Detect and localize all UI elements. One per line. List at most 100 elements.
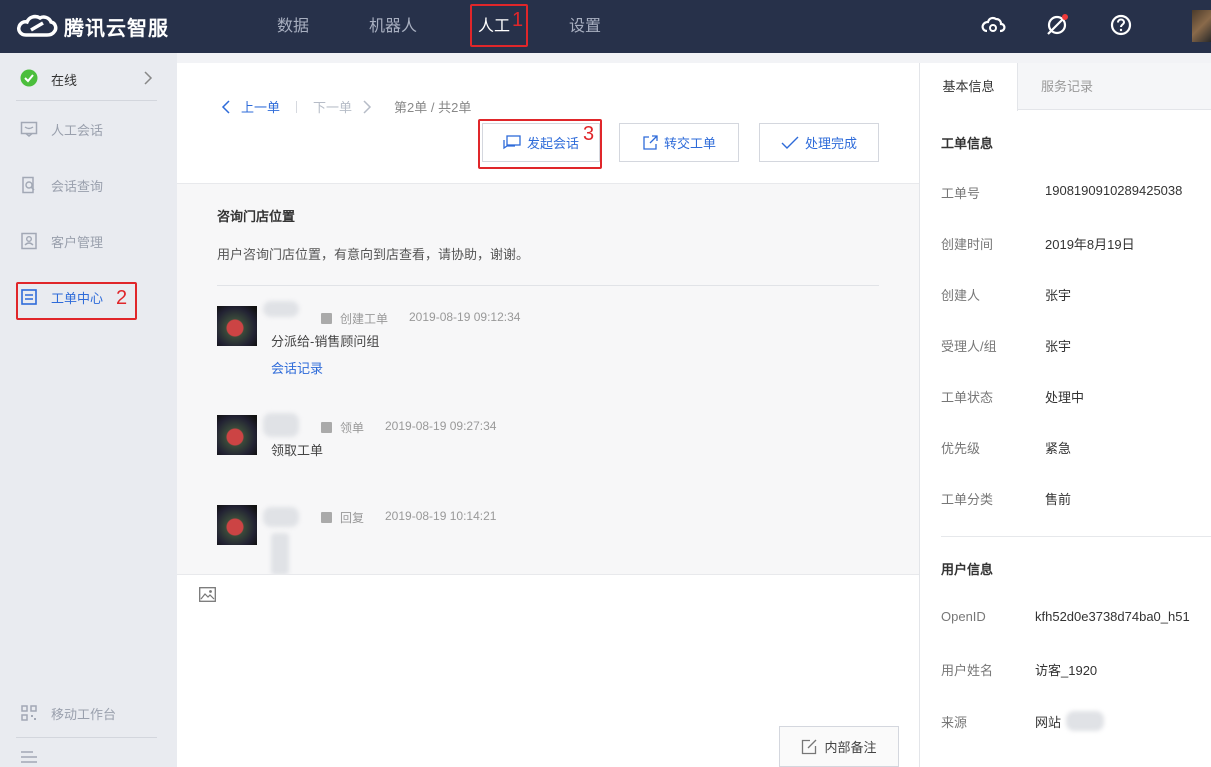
internal-note-button[interactable]: 内部备注 [779,726,899,767]
complete-button[interactable]: 处理完成 [759,123,879,162]
nav-item-data[interactable]: 数据 [277,0,309,53]
sidebar-item-label: 会话查询 [51,178,104,194]
brand-name: 腾讯云智服 [64,17,169,40]
transfer-ticket-button[interactable]: 转交工单 [619,123,739,162]
sidebar-item-chat-search[interactable]: 会话查询 [0,157,177,213]
sidebar-item-label: 人工会话 [51,122,104,138]
log-avatar [217,306,257,346]
chevron-right-icon [363,99,372,114]
content-divider [217,285,879,286]
chevron-right-icon [144,71,153,85]
blurred-username [263,301,299,317]
sidebar-item-mobile-workbench[interactable]: 移动工作台 [0,685,177,741]
created-time-value: 2019年8月19日 [1045,237,1135,252]
ticket-count: 第2单 / 共2单 [394,100,472,115]
info-panel: 基本信息 服务记录 工单信息 工单号 1908190910289425038 创… [919,63,1211,767]
reply-editor[interactable]: 内部备注 [177,574,919,767]
sidebar-item-label: 客户管理 [51,234,104,250]
assignee-value: 张宇 [1045,339,1072,354]
image-icon[interactable] [199,587,216,602]
ticket-pager: 上一单 下一单 第2单 / 共2单 [221,97,471,116]
field-label: 来源 [941,715,968,730]
sidebar-item-label: 移动工作台 [51,706,117,722]
check-icon [781,136,799,149]
log-time: 2019-08-19 09:12:34 [409,310,521,324]
annotation-number-1: 1 [512,9,524,31]
help-icon[interactable] [1108,12,1134,38]
log-type-label: 回复 [340,511,365,525]
annotation-number-3: 3 [583,123,595,145]
log-avatar [217,505,257,545]
prev-ticket-link[interactable]: 上一单 [241,97,280,116]
log-avatar [217,415,257,455]
blurred-username [263,413,299,437]
ticket-info-title: 工单信息 [941,136,994,151]
field-label: OpenID [941,609,986,624]
tab-basic-info[interactable]: 基本信息 [920,63,1018,111]
priority-value: 紧急 [1045,441,1072,456]
creator-value: 张宇 [1045,288,1072,303]
blurred-username [263,507,299,527]
sidebar-divider [16,737,157,738]
log-type-label: 创建工单 [340,312,389,326]
ticket-title: 咨询门店位置 [217,209,296,224]
chat-record-link[interactable]: 会话记录 [271,358,323,377]
field-label: 工单分类 [941,492,994,507]
edit-icon [802,739,817,754]
field-label: 用户姓名 [941,663,994,678]
field-label: 创建时间 [941,237,994,252]
field-label: 工单状态 [941,390,994,405]
user-name-value: 访客_1920 [1035,663,1098,678]
claim-icon [321,422,332,433]
log-type: 创建工单 [321,310,388,327]
ticket-description: 用户咨询门店位置，有意向到店查看，请协助，谢谢。 [217,247,530,262]
cloud-logo-icon [17,14,58,37]
field-label: 优先级 [941,441,981,456]
user-avatar[interactable] [1192,10,1211,42]
share-icon [643,134,658,150]
ticket-number-value: 1908190910289425038 [1045,183,1183,198]
create-ticket-icon [321,313,332,324]
pager-separator [296,100,298,113]
section-divider [941,536,1211,537]
user-info-title: 用户信息 [941,562,994,577]
nav-item-robot[interactable]: 机器人 [369,0,417,53]
contacts-icon [21,232,37,250]
blurred-source [1066,711,1104,731]
search-doc-icon [22,176,35,194]
top-bar: 腾讯云智服 数据 机器人 人工 设置 1 [0,0,1211,53]
openid-value: kfh52d0e3738d74ba0_h51 [1035,609,1190,624]
log-type: 回复 [321,509,364,526]
menu-icon[interactable] [20,750,38,764]
log-text: 分派给-销售顾问组 [271,334,380,349]
complete-label: 处理完成 [804,136,857,151]
annotation-number-2: 2 [116,287,128,309]
status-label: 在线 [51,73,78,88]
blurred-content [271,533,289,575]
next-ticket-link[interactable]: 下一单 [313,97,352,116]
nav-item-settings[interactable]: 设置 [569,0,601,53]
online-status-icon [20,69,38,87]
qr-code-icon [21,705,37,721]
sidebar-item-manual-chat[interactable]: 人工会话 [0,101,177,157]
cloud-icon[interactable] [980,12,1006,38]
sidebar-item-customers[interactable]: 客户管理 [0,213,177,269]
field-label: 工单号 [941,186,981,201]
status-selector[interactable]: 在线 [0,53,177,101]
notification-off-icon[interactable] [1044,12,1070,38]
log-text: 领取工单 [271,443,324,458]
category-value: 售前 [1045,492,1072,507]
tab-service-records[interactable]: 服务记录 [1018,63,1116,110]
brand-logo[interactable]: 腾讯云智服 [16,10,169,42]
field-label: 受理人/组 [941,339,997,354]
transfer-label: 转交工单 [663,136,716,151]
sidebar: 在线 人工会话 会话查询 客户管理 工单中心 2 移动工作台 [0,53,177,767]
log-type: 领单 [321,419,364,436]
ticket-detail-panel: 上一单 下一单 第2单 / 共2单 发起会话 3 转交工单 处理完成 咨询门店位… [177,63,919,767]
chat-icon [20,121,38,137]
log-time: 2019-08-19 09:27:34 [385,419,497,433]
info-tabs: 基本信息 服务记录 [920,63,1211,111]
ticket-toolbar: 上一单 下一单 第2单 / 共2单 发起会话 3 转交工单 处理完成 [177,63,919,183]
log-type-label: 领单 [340,421,365,435]
chevron-left-icon [221,99,230,114]
